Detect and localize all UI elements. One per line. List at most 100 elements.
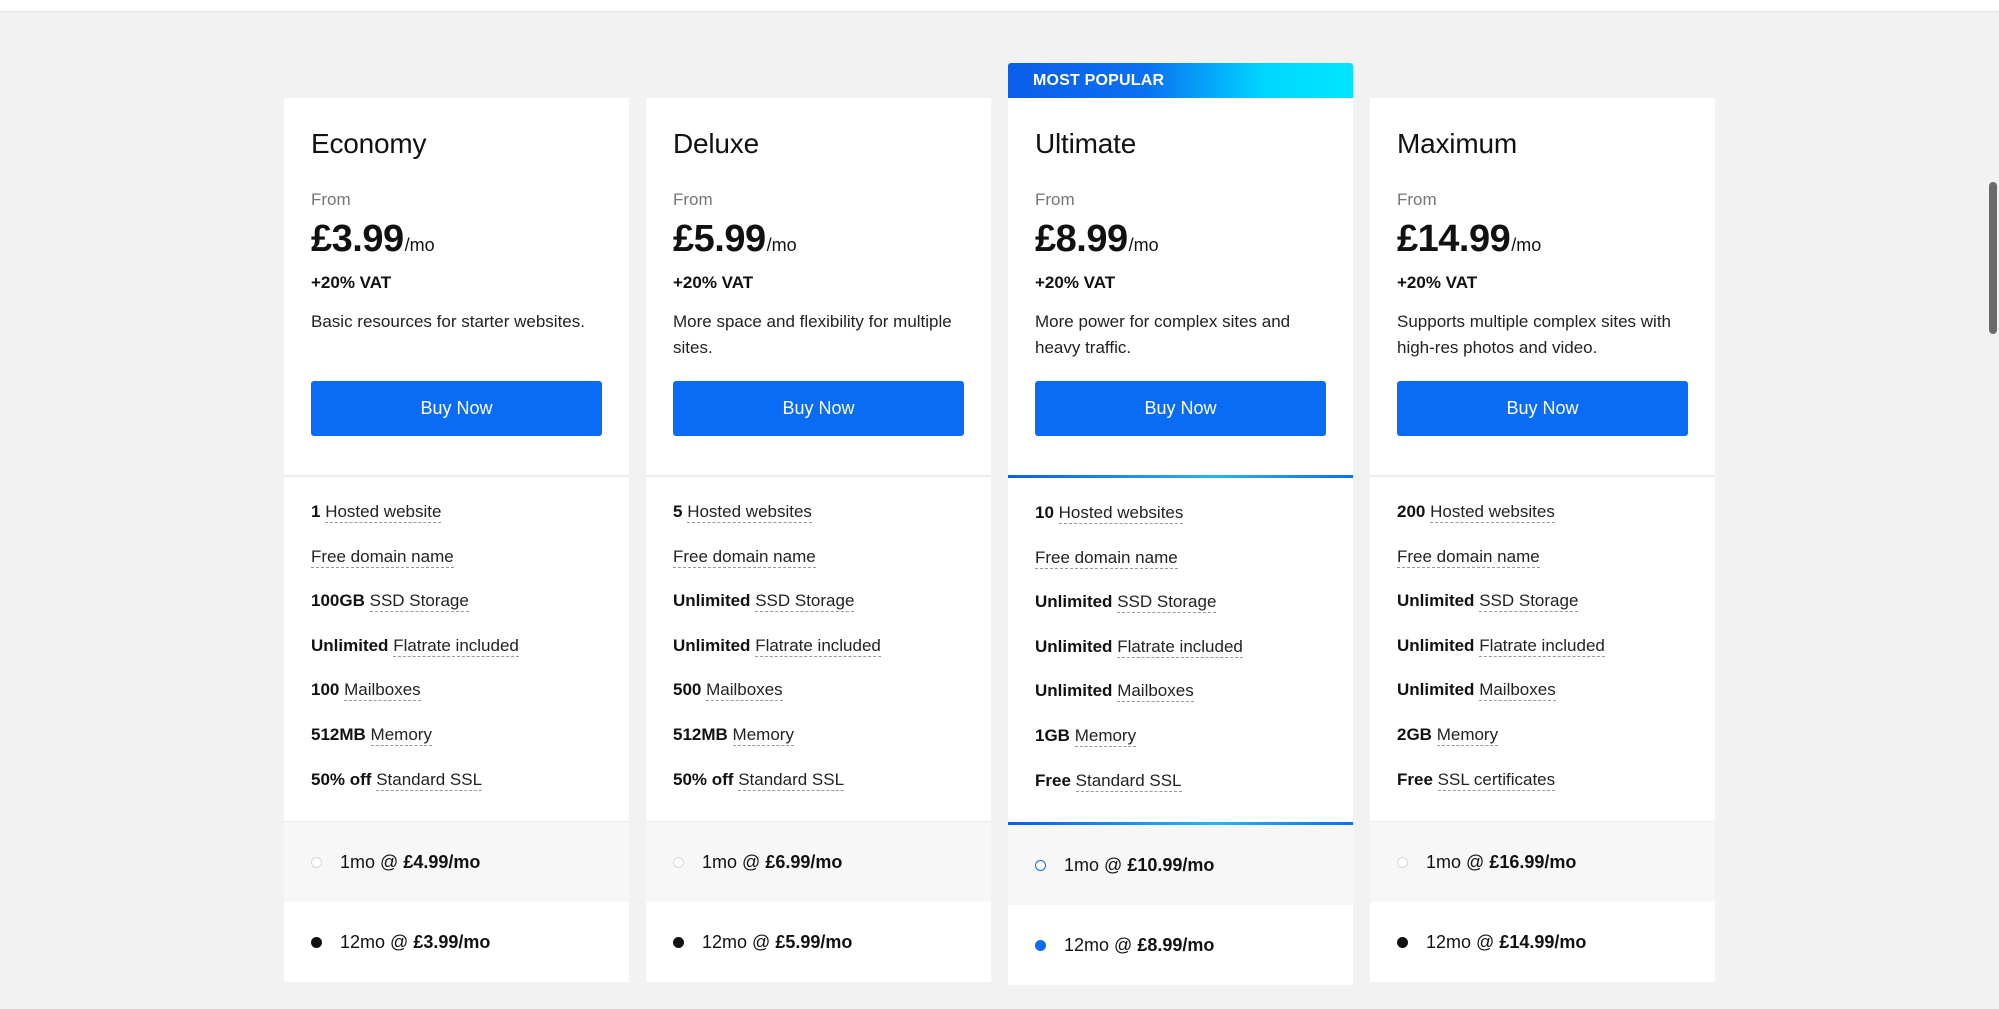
feature-link[interactable]: Free domain name xyxy=(311,546,454,568)
price-line: £3.99 /mo xyxy=(311,218,602,261)
page-scrollbar[interactable] xyxy=(1985,12,1999,1009)
feature-item: 100 Mailboxes xyxy=(311,680,602,702)
plan-price: £8.99 xyxy=(1035,218,1128,260)
term-option-1mo[interactable]: 1mo @ £16.99/mo xyxy=(1370,822,1715,902)
feature-value: 5 xyxy=(673,502,683,521)
plan-price: £3.99 xyxy=(311,218,404,260)
from-label: From xyxy=(673,190,713,209)
plan-name: Deluxe xyxy=(673,128,759,159)
term-price: £6.99/mo xyxy=(765,851,843,872)
radio-button-icon[interactable] xyxy=(1035,859,1046,871)
price-period: /mo xyxy=(766,235,797,255)
feature-value: Free xyxy=(1035,770,1071,790)
term-option-1mo[interactable]: 1mo @ £4.99/mo xyxy=(284,822,629,902)
term-label: 12mo @ xyxy=(1064,934,1133,955)
feature-value: 50% off xyxy=(673,769,734,789)
feature-item: Free domain name xyxy=(311,546,602,568)
feature-link[interactable]: SSL certificates xyxy=(1437,769,1556,791)
feature-item: Free SSL certificates xyxy=(1397,769,1688,791)
plan-description: Basic resources for starter websites. xyxy=(311,312,585,331)
feature-link[interactable]: Mailboxes xyxy=(1479,680,1556,702)
from-label: From xyxy=(1035,190,1075,209)
term-option-12mo[interactable]: 12mo @ £14.99/mo xyxy=(1370,902,1715,982)
term-price: £10.99/mo xyxy=(1127,854,1215,875)
term-option-12mo[interactable]: 12mo @ £3.99/mo xyxy=(284,902,629,982)
feature-value: Unlimited xyxy=(673,635,751,655)
buy-now-button[interactable]: Buy Now xyxy=(673,381,964,436)
term-label: 1mo @ xyxy=(702,851,761,872)
feature-item: 5 Hosted websites xyxy=(673,502,964,523)
feature-list: 5 Hosted websites Free domain name Unlimit… xyxy=(646,477,991,821)
feature-link[interactable]: Free domain name xyxy=(673,546,816,568)
scrollbar-thumb[interactable] xyxy=(1989,182,1997,334)
buy-now-button[interactable]: Buy Now xyxy=(1397,381,1688,436)
term-option-1mo[interactable]: 1mo @ £10.99/mo xyxy=(1008,825,1353,905)
feature-link[interactable]: Memory xyxy=(1074,725,1137,747)
term-price: £14.99/mo xyxy=(1499,931,1587,952)
feature-link[interactable]: SSD Storage xyxy=(1479,591,1579,613)
feature-link[interactable]: Standard SSL xyxy=(738,769,845,791)
price-line: £8.99 /mo xyxy=(1035,218,1326,261)
feature-item: Unlimited SSD Storage xyxy=(1035,592,1326,614)
feature-link[interactable]: Hosted websites xyxy=(1058,503,1184,524)
feature-link[interactable]: Hosted websites xyxy=(687,502,812,523)
buy-now-button[interactable]: Buy Now xyxy=(1035,381,1326,436)
vat-note: +20% VAT xyxy=(311,273,392,292)
term-price: £5.99/mo xyxy=(775,931,853,952)
feature-link[interactable]: Mailboxes xyxy=(344,680,421,702)
radio-button-icon[interactable] xyxy=(1397,856,1408,868)
feature-link[interactable]: Flatrate included xyxy=(755,635,881,657)
feature-link[interactable]: Hosted website xyxy=(325,502,442,523)
plan-card-maximum: Maximum From £14.99 /mo +20% VAT Support… xyxy=(1370,98,1715,982)
term-option-1mo[interactable]: 1mo @ £6.99/mo xyxy=(646,822,991,902)
pricing-plans: Economy From £3.99 /mo +20% VAT Basic re… xyxy=(284,63,1715,985)
feature-value: 100 xyxy=(311,680,340,700)
feature-value: Unlimited xyxy=(1397,680,1475,700)
feature-value: Unlimited xyxy=(1397,635,1475,655)
radio-button-icon[interactable] xyxy=(311,936,322,948)
plan-name: Maximum xyxy=(1397,128,1517,159)
plan-price: £5.99 xyxy=(673,218,766,260)
term-option-12mo[interactable]: 12mo @ £5.99/mo xyxy=(646,902,991,982)
radio-button-icon[interactable] xyxy=(311,856,322,868)
radio-button-icon[interactable] xyxy=(673,856,684,868)
feature-link[interactable]: Standard SSL xyxy=(1075,770,1182,792)
radio-button-icon[interactable] xyxy=(1397,936,1408,948)
plan-summary: Ultimate From £8.99 /mo +20% VAT More po… xyxy=(1008,98,1353,475)
radio-button-icon[interactable] xyxy=(673,936,684,948)
vat-note: +20% VAT xyxy=(673,273,754,292)
feature-link[interactable]: Memory xyxy=(1436,724,1499,746)
radio-button-icon[interactable] xyxy=(1035,939,1046,951)
feature-link[interactable]: Mailboxes xyxy=(706,680,783,702)
feature-value: Unlimited xyxy=(1035,592,1113,612)
feature-link[interactable]: Flatrate included xyxy=(1479,635,1605,657)
feature-value: 200 xyxy=(1397,502,1426,521)
feature-value: Unlimited xyxy=(1035,636,1113,656)
feature-value: 10 xyxy=(1035,503,1054,522)
buy-now-button[interactable]: Buy Now xyxy=(311,381,602,436)
feature-link[interactable]: Standard SSL xyxy=(376,769,483,791)
feature-value: 500 xyxy=(673,680,702,700)
term-option-12mo[interactable]: 12mo @ £8.99/mo xyxy=(1008,905,1353,985)
feature-link[interactable]: Mailboxes xyxy=(1117,681,1194,703)
feature-value: 1 xyxy=(311,502,321,521)
feature-link[interactable]: SSD Storage xyxy=(1117,592,1217,614)
feature-item: Unlimited Flatrate included xyxy=(673,635,964,657)
feature-link[interactable]: SSD Storage xyxy=(369,591,469,613)
feature-list: 10 Hosted websites Free domain name Unlimi… xyxy=(1008,478,1353,822)
feature-item: Unlimited SSD Storage xyxy=(673,591,964,613)
feature-link[interactable]: Hosted websites xyxy=(1430,502,1555,523)
feature-link[interactable]: SSD Storage xyxy=(755,591,855,613)
page-top-bar xyxy=(0,0,1999,12)
feature-link[interactable]: Flatrate included xyxy=(1117,636,1243,658)
feature-link[interactable]: Flatrate included xyxy=(393,635,519,657)
feature-link[interactable]: Memory xyxy=(732,724,794,746)
price-line: £5.99 /mo xyxy=(673,218,964,261)
feature-item: 50% off Standard SSL xyxy=(673,769,964,791)
feature-link[interactable]: Free domain name xyxy=(1035,547,1178,569)
feature-link[interactable]: Memory xyxy=(370,724,432,746)
feature-link[interactable]: Free domain name xyxy=(1397,546,1540,568)
feature-item: Free domain name xyxy=(1035,547,1326,569)
feature-item: 2GB Memory xyxy=(1397,724,1688,746)
term-label: 12mo @ xyxy=(702,931,771,952)
